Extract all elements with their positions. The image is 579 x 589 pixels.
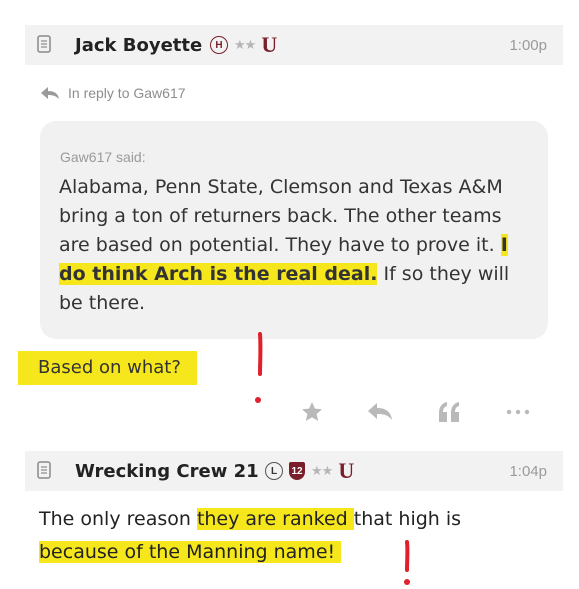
quote-text-part1: Alabama, Penn State, Clemson and Texas A… — [59, 176, 503, 256]
rating-stars: ★★ — [311, 463, 333, 479]
team-logo-icon: U — [261, 32, 278, 57]
body-highlight-1: they are ranked — [196, 508, 354, 530]
quote-text: Alabama, Penn State, Clemson and Texas A… — [59, 173, 529, 318]
reply-icon[interactable] — [367, 400, 393, 424]
rank-badge-icon: 12 — [289, 462, 305, 480]
post-time: 1:04p — [509, 462, 547, 480]
post-header-jack-boyette: Jack Boyette H ★★ U 1:00p — [25, 25, 563, 65]
post-time: 1:00p — [509, 36, 547, 54]
quote-icon[interactable] — [437, 400, 463, 424]
user-badges: L 12 ★★ U — [265, 458, 354, 484]
membership-badge: H — [210, 36, 228, 54]
post-header-wrecking-crew-21: Wrecking Crew 21 L 12 ★★ U 1:04p — [25, 451, 563, 491]
red-exclamation-mark — [404, 540, 410, 585]
body-text-part1: The only reason — [39, 508, 197, 530]
body-text-part2: that high is — [353, 508, 462, 530]
document-icon — [37, 461, 51, 479]
red-exclamation-mark — [255, 332, 263, 403]
star-icon[interactable] — [300, 400, 324, 424]
membership-badge: L — [265, 462, 283, 480]
in-reply-to-link[interactable]: In reply to Gaw617 — [40, 85, 186, 101]
reply-arrow-icon — [41, 87, 59, 99]
in-reply-to-text: In reply to Gaw617 — [68, 85, 186, 101]
username[interactable]: Wrecking Crew 21 — [75, 461, 259, 482]
quote-block: Gaw617 said: Alabama, Penn State, Clemso… — [40, 121, 548, 339]
team-logo-icon: U — [338, 458, 355, 483]
document-icon — [37, 35, 51, 53]
quote-author: Gaw617 said: — [60, 149, 146, 165]
more-icon[interactable] — [505, 408, 531, 416]
body-highlight-2: because of the Manning name! — [39, 541, 342, 563]
rating-stars: ★★ — [234, 37, 256, 53]
username[interactable]: Jack Boyette — [75, 35, 202, 56]
post-body-text: The only reason they are ranked that hig… — [39, 503, 539, 569]
user-badges: H ★★ U — [210, 32, 277, 58]
post-body-text: Based on what? — [18, 351, 197, 385]
